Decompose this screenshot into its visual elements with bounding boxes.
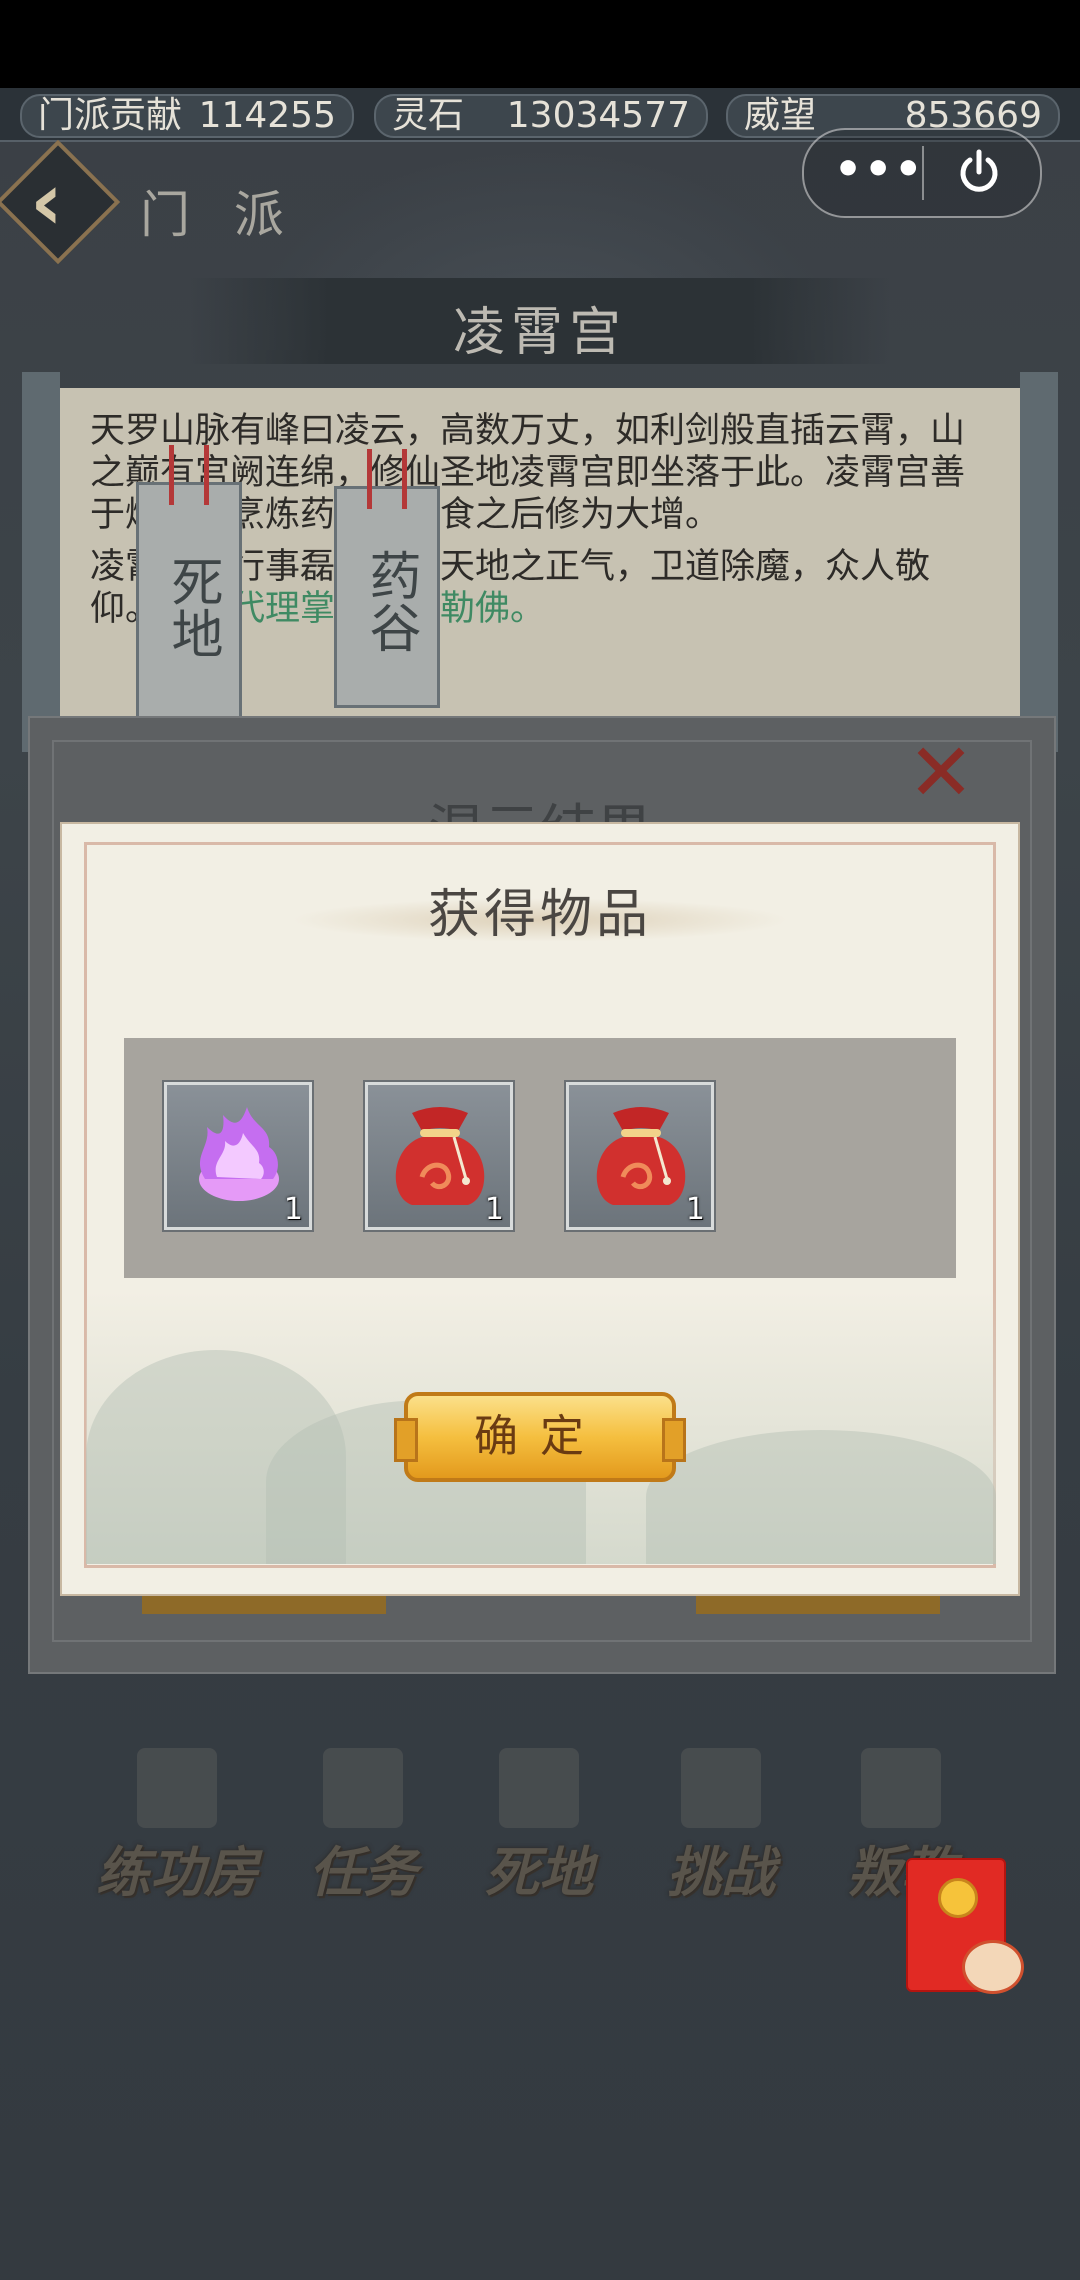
resource-sect-contribution: 门派贡献 114255 xyxy=(20,94,354,138)
palace-title: 凌霄宫 xyxy=(452,303,627,363)
miniprogram-capsule: ••• xyxy=(802,128,1042,218)
envelope-seal-icon xyxy=(938,1878,978,1918)
reward-item-slot[interactable]: 1 xyxy=(564,1080,716,1232)
purple-flame-icon xyxy=(199,1107,279,1201)
section-title: 门 派 xyxy=(140,186,298,244)
flame-icon xyxy=(499,1748,579,1828)
item-count: 1 xyxy=(484,1192,504,1227)
dialog-title: 获得物品 xyxy=(427,885,652,945)
status-bar-area xyxy=(0,0,1080,88)
confirm-button-label: 确定 xyxy=(474,1411,606,1462)
ox-mascot-icon xyxy=(962,1940,1024,1994)
button-cap-left xyxy=(394,1418,418,1462)
red-envelope-button[interactable] xyxy=(906,1858,1024,1994)
red-thread xyxy=(169,445,209,505)
nav-tasks[interactable]: 任务 xyxy=(278,1748,448,1904)
close-power-icon[interactable] xyxy=(954,148,1004,198)
button-cap-right xyxy=(662,1418,686,1462)
nav-practice-room[interactable]: 练功房 xyxy=(92,1748,262,1904)
capsule-divider xyxy=(922,146,924,200)
reward-item-slot[interactable]: 1 xyxy=(363,1080,515,1232)
red-bag-icon xyxy=(395,1107,485,1205)
chevron-left-icon: ‹ xyxy=(30,155,63,248)
gate-icon xyxy=(681,1748,761,1828)
hill-decoration xyxy=(646,1430,996,1564)
scroll-rod-right xyxy=(1020,372,1058,752)
nav-challenge[interactable]: 挑战 xyxy=(636,1748,806,1904)
pavilion-icon xyxy=(137,1748,217,1828)
item-count: 1 xyxy=(685,1192,705,1227)
red-thread xyxy=(367,449,407,509)
nav-death-ground[interactable]: 死地 xyxy=(454,1748,624,1904)
scroll-rod-left xyxy=(22,372,60,752)
item-count: 1 xyxy=(283,1192,303,1227)
more-button[interactable]: ••• xyxy=(834,148,922,192)
confirm-button[interactable]: 确定 xyxy=(394,1392,686,1482)
resource-spirit-stone: 灵石 13034577 xyxy=(374,94,708,138)
scroll-icon xyxy=(323,1748,403,1828)
crossed-swords-icon xyxy=(861,1748,941,1828)
red-bag-icon xyxy=(596,1107,686,1205)
reward-item-slot[interactable]: 1 xyxy=(162,1080,314,1232)
tag-herb-valley[interactable]: 药谷 xyxy=(334,449,440,708)
